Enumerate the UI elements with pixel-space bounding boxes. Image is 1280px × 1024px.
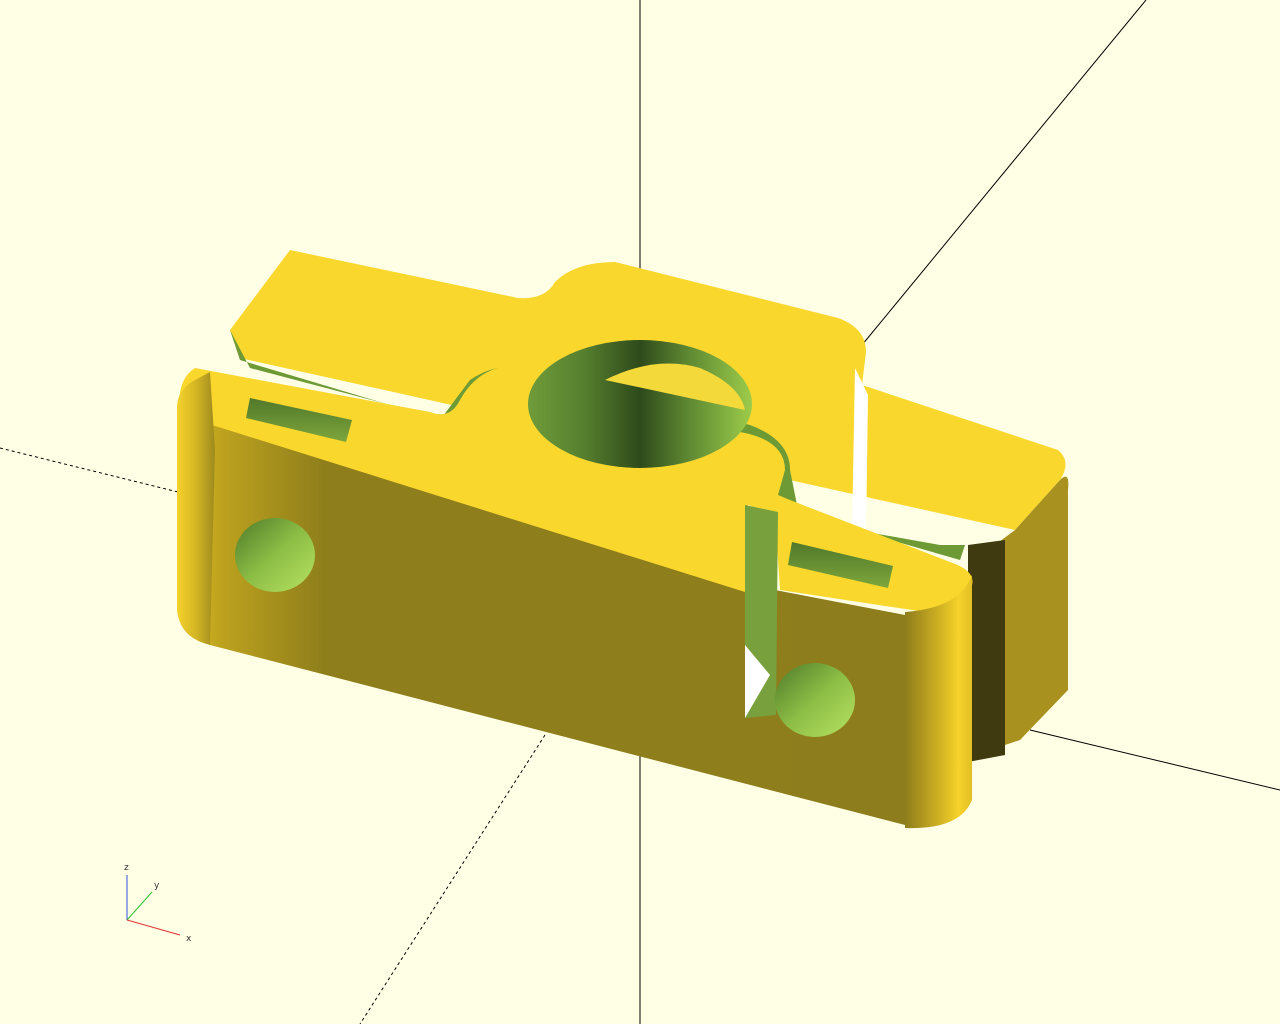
screw-hole-left (235, 518, 315, 592)
3d-viewport[interactable]: z y x (0, 0, 1280, 1024)
gizmo-x-line (126, 919, 181, 936)
scene-canvas: z y x (0, 0, 1280, 1024)
gizmo-x-label: x (186, 934, 192, 944)
axis-gizmo: z y x (124, 863, 192, 944)
x-axis-line (1029, 729, 1280, 791)
gizmo-z-label: z (124, 863, 129, 873)
part-model[interactable] (176, 250, 1069, 829)
gizmo-y-line (126, 891, 153, 921)
y-axis-negative (359, 734, 546, 1024)
rear-shadow-face (968, 540, 1005, 762)
y-axis-line (861, 0, 1147, 346)
left-cap (176, 372, 215, 645)
screw-hole-right (775, 663, 855, 737)
x-axis-negative (0, 447, 179, 493)
right-cap (905, 575, 972, 829)
gizmo-y-label: y (154, 881, 160, 891)
